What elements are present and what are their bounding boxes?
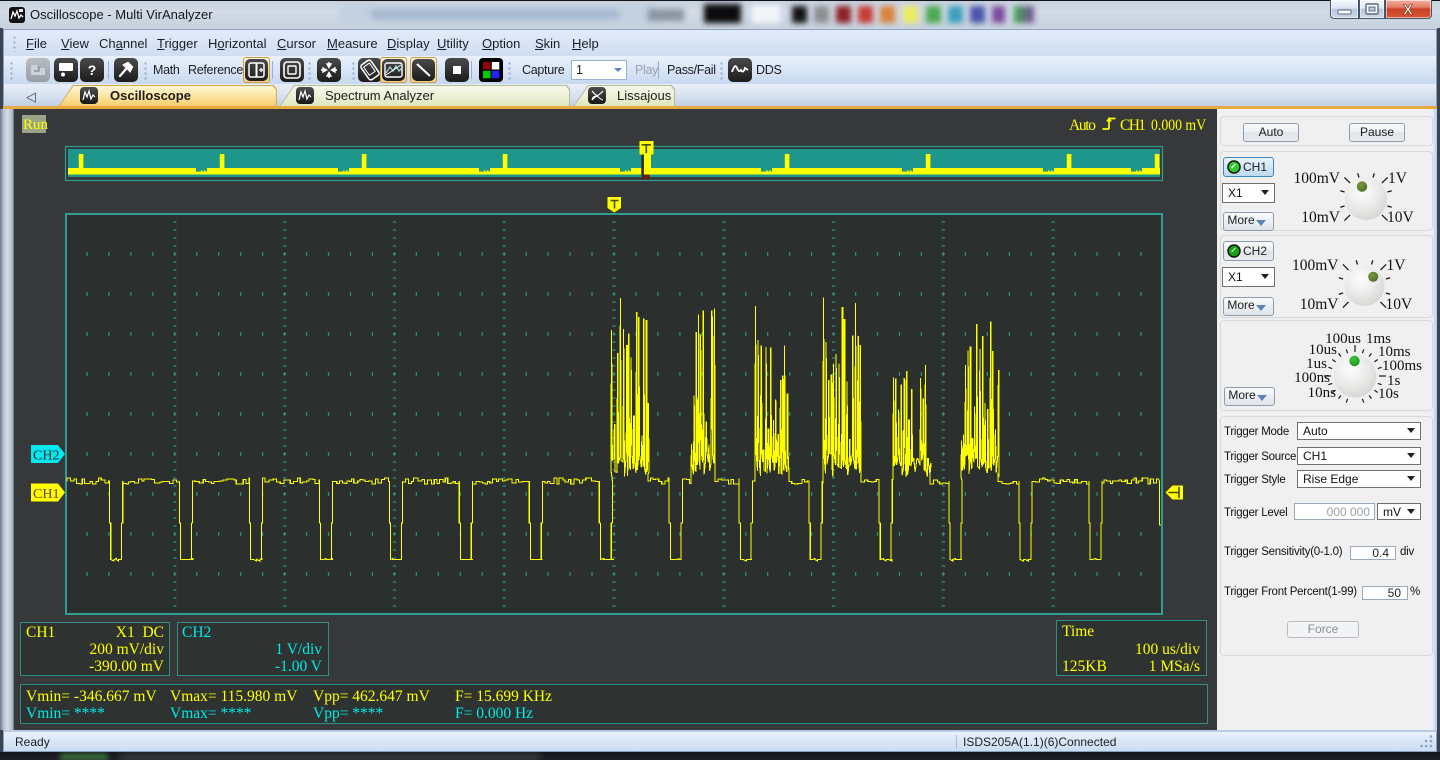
svg-text:100ns: 100ns [1294,370,1330,386]
svg-text:1 MSa/s: 1 MSa/s [1149,658,1200,675]
svg-text:CH1: CH1 [33,487,59,502]
svg-text:100mV: 100mV [1294,170,1341,187]
svg-text:10mV: 10mV [1300,296,1340,313]
svg-text:X: X [1403,3,1413,19]
svg-text:1 V/div: 1 V/div [275,641,322,658]
svg-text:10s: 10s [1378,386,1399,402]
svg-text:Time: Time [1062,623,1094,640]
svg-text:Auto: Auto [1069,117,1096,134]
svg-text:Run: Run [23,117,49,133]
svg-text:0.000 mV: 0.000 mV [1151,117,1207,134]
svg-text:Vpp= ****: Vpp= **** [313,705,384,722]
svg-text:F= 0.000 Hz: F= 0.000 Hz [455,705,533,722]
svg-text:CH1: CH1 [26,624,55,641]
svg-text:CH2: CH2 [33,449,59,464]
svg-text:200 mV/div: 200 mV/div [90,641,165,658]
svg-text:1V: 1V [1388,170,1408,187]
svg-text:10V: 10V [1386,296,1414,313]
svg-text:Vmin= -346.667 mV: Vmin= -346.667 mV [26,688,157,705]
svg-text:10ns: 10ns [1308,385,1337,401]
svg-text:X1 DC: X1 DC [116,624,164,641]
svg-text:1V: 1V [1387,257,1407,274]
svg-text:10mV: 10mV [1301,209,1341,226]
svg-text:?: ? [88,62,97,78]
svg-text:-1.00 V: -1.00 V [275,658,323,675]
svg-text:CH2: CH2 [182,624,211,641]
svg-text:Vmax= 115.980 mV: Vmax= 115.980 mV [170,688,298,705]
svg-text:100ms: 100ms [1382,358,1422,374]
svg-text:Vmin= ****: Vmin= **** [26,705,105,722]
svg-text:10V: 10V [1387,209,1415,226]
svg-text:Vpp= 462.647 mV: Vpp= 462.647 mV [313,688,431,705]
svg-text:125KB: 125KB [1062,658,1107,675]
svg-text:Vmax= ****: Vmax= **** [170,705,252,722]
svg-text:100 us/div: 100 us/div [1135,641,1200,658]
svg-text:CH1: CH1 [1120,117,1146,134]
svg-text:100mV: 100mV [1292,257,1339,274]
svg-text:-390.00 mV: -390.00 mV [89,658,165,675]
svg-text:F= 15.699 KHz: F= 15.699 KHz [455,688,552,705]
